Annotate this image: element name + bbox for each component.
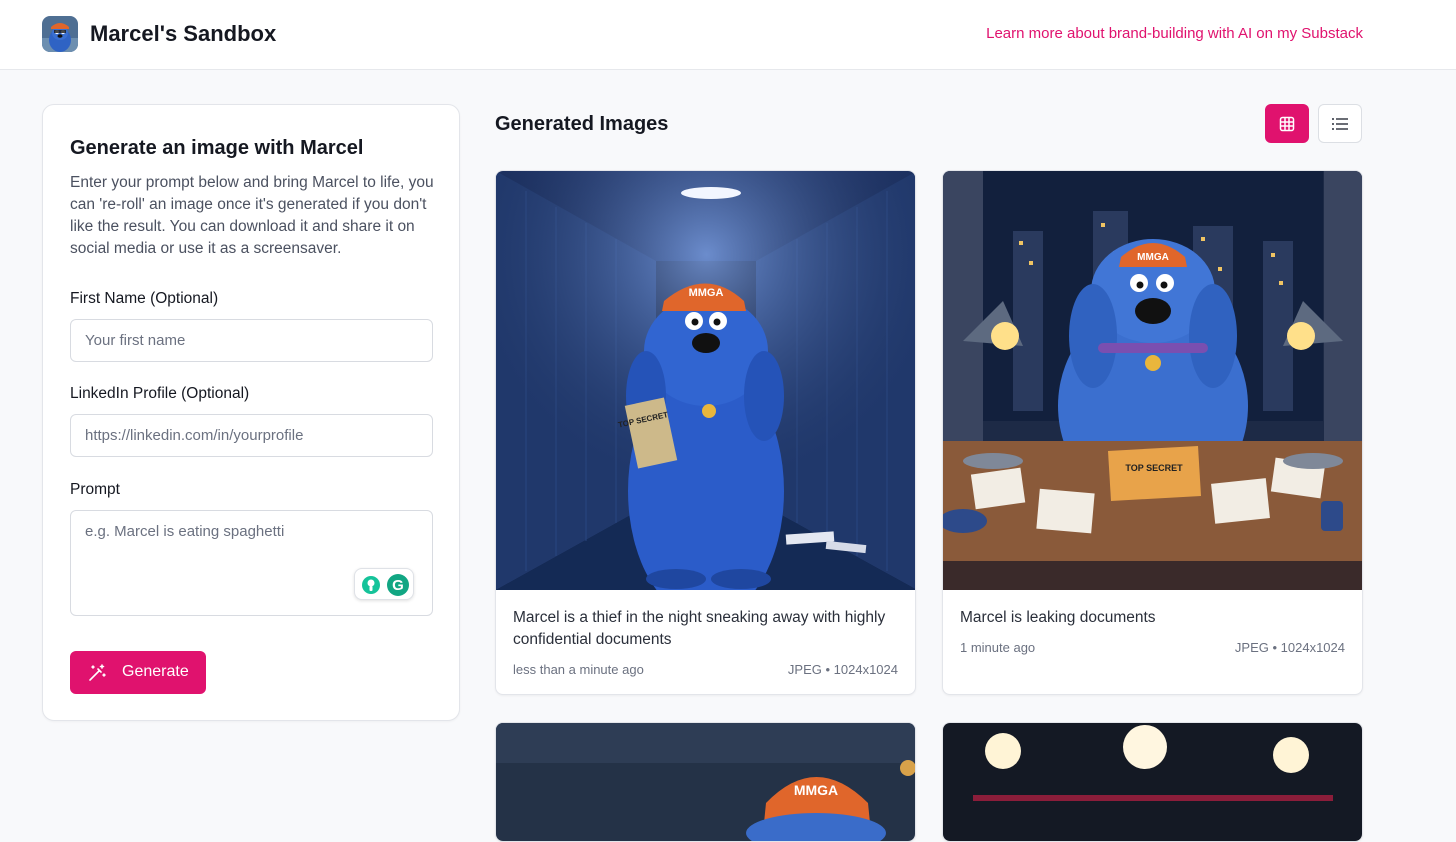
image-format: JPEG • 1024x1024 (787, 662, 898, 677)
list-icon (1332, 117, 1348, 130)
linkedin-label: LinkedIn Profile (Optional) (70, 385, 250, 402)
generated-image[interactable]: MMGA TOP SECRET (496, 171, 916, 590)
image-card[interactable]: MMGA (495, 722, 916, 842)
form-description: Enter your prompt below and bring Marcel… (70, 174, 434, 257)
image-card[interactable]: MMGA TOP SECRET Marcel is leaking docume… (942, 170, 1363, 695)
cap-text: MMGA (689, 287, 724, 299)
first-name-label: First Name (Optional) (70, 290, 219, 307)
image-caption: Marcel is leaking documents (960, 609, 1156, 626)
generate-form-card: Generate an image with Marcel Enter your… (42, 104, 460, 721)
cap-text: MMGA (794, 782, 838, 798)
image-card[interactable]: MMGA TOP SECRET Marcel is a thief in the… (495, 170, 916, 695)
generated-image[interactable] (943, 723, 1363, 842)
image-timestamp: less than a minute ago (513, 662, 644, 677)
image-caption: Marcel is a thief in the night sneaking … (513, 609, 886, 648)
generated-image[interactable]: MMGA (496, 723, 916, 842)
avatar[interactable] (42, 16, 78, 52)
grammarly-widget[interactable]: G (354, 568, 414, 600)
generate-button-label: Generate (122, 663, 189, 680)
first-name-input[interactable] (70, 319, 433, 362)
prompt-label: Prompt (70, 481, 120, 498)
app-title: Marcel's Sandbox (90, 21, 277, 46)
generated-image[interactable]: MMGA TOP SECRET (943, 171, 1363, 590)
gallery-title: Generated Images (495, 113, 669, 135)
image-card[interactable] (942, 722, 1363, 842)
image-timestamp: 1 minute ago (960, 640, 1036, 655)
grid-icon (1279, 116, 1295, 131)
form-title: Generate an image with Marcel (70, 137, 364, 159)
app-header: Marcel's Sandbox Learn more about brand-… (0, 0, 1456, 70)
linkedin-input[interactable] (70, 414, 433, 457)
cap-text: MMGA (1137, 252, 1169, 263)
folder-text: TOP SECRET (1125, 463, 1183, 473)
magic-wand-icon (87, 663, 107, 688)
generate-button[interactable]: Generate (70, 651, 206, 694)
list-view-button[interactable] (1318, 104, 1362, 143)
image-format: JPEG • 1024x1024 (1234, 640, 1345, 655)
substack-link[interactable]: Learn more about brand-building with AI … (986, 25, 1363, 42)
grid-view-button[interactable] (1265, 104, 1309, 143)
svg-text:G: G (392, 577, 404, 594)
grammarly-icon: G (362, 574, 409, 596)
